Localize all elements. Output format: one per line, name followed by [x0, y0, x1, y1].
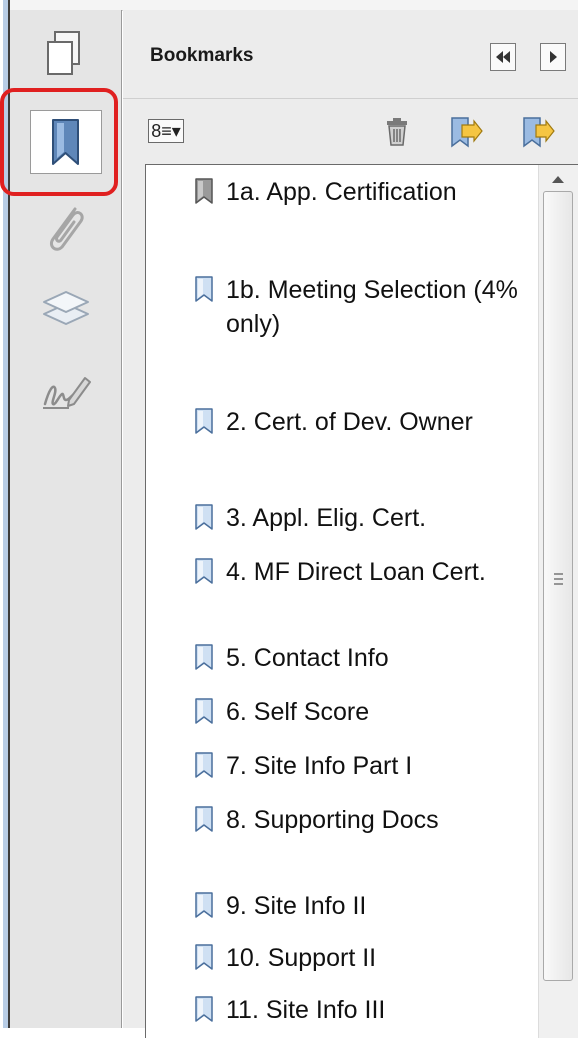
trash-icon	[387, 118, 407, 146]
bookmark-item[interactable]: 9. Site Info II	[194, 889, 529, 923]
collapse-left-icon	[496, 51, 510, 63]
bookmark-blue-icon	[195, 558, 213, 584]
bookmark-blue-icon	[195, 806, 213, 832]
bookmark-item[interactable]: 6. Self Score	[194, 695, 529, 729]
new-bookmark-button[interactable]	[445, 113, 487, 151]
bookmark-blue-icon	[195, 276, 213, 302]
bookmarks-list-container: 1a. App. Certification 1b. Meeting Selec…	[145, 164, 578, 1038]
bookmark-item[interactable]: 1a. App. Certification	[194, 175, 529, 209]
window-edge	[0, 0, 10, 1028]
bookmark-label: 4. MF Direct Loan Cert.	[226, 558, 486, 586]
bookmark-blue-icon	[195, 698, 213, 724]
bookmark-label: 10. Support II	[226, 944, 377, 972]
bookmark-blue-icon	[195, 408, 213, 434]
bookmark-blue-icon	[195, 944, 213, 970]
panel-header: Bookmarks	[123, 10, 578, 98]
attachments-button[interactable]	[30, 198, 102, 262]
bookmarks-panel: Bookmarks 8≡▾ 1a. App. Certification 1b.…	[123, 10, 578, 1038]
vertical-scrollbar[interactable]	[538, 165, 578, 1038]
bookmark-blue-icon	[195, 752, 213, 778]
bookmark-label: 2. Cert. of Dev. Owner	[226, 408, 473, 436]
bookmark-item[interactable]: 11. Site Info III	[194, 993, 529, 1027]
bookmark-item[interactable]: 2. Cert. of Dev. Owner	[194, 405, 529, 439]
expand-bookmark-button[interactable]	[517, 113, 559, 151]
bookmark-item[interactable]: 1b. Meeting Selection (4% only)	[194, 273, 529, 341]
bookmark-item[interactable]: 4. MF Direct Loan Cert.	[194, 555, 529, 589]
panel-title: Bookmarks	[150, 45, 254, 66]
bookmark-blue-icon	[195, 644, 213, 670]
scrollbar-thumb[interactable]	[543, 191, 573, 981]
bookmark-label: 6. Self Score	[226, 698, 370, 726]
bookmark-item[interactable]: 7. Site Info Part I	[194, 749, 529, 783]
new-bookmark-icon	[451, 117, 483, 148]
bookmark-label: 11. Site Info III	[226, 996, 386, 1024]
bookmark-label: 7. Site Info Part I	[226, 752, 413, 780]
bookmark-item[interactable]: 10. Support II	[194, 941, 529, 975]
options-menu-button[interactable]: 8≡▾	[143, 117, 189, 145]
paperclip-icon	[49, 207, 84, 251]
signature-icon	[43, 377, 91, 409]
arrow-up-icon	[552, 176, 564, 183]
layers-button[interactable]	[30, 276, 102, 340]
expand-panel-button[interactable]	[540, 43, 566, 71]
page-thumbnails-button[interactable]	[30, 22, 102, 86]
bookmark-label: 9. Site Info II	[226, 892, 367, 920]
bookmark-label: 1b. Meeting Selection (4% only)	[226, 276, 518, 338]
bookmark-icon	[52, 119, 79, 165]
expand-bookmark-icon	[523, 117, 555, 148]
bookmarks-toolbar: 8≡▾	[123, 98, 578, 165]
options-menu-icon: 8≡▾	[148, 119, 184, 143]
pages-icon	[47, 31, 80, 75]
bookmark-item[interactable]: 5. Contact Info	[194, 641, 529, 675]
bookmark-label: 1a. App. Certification	[226, 178, 457, 206]
bookmark-label: 3. Appl. Elig. Cert.	[226, 504, 427, 532]
navigation-pane	[10, 10, 122, 1028]
bookmarks-button[interactable]	[30, 110, 102, 174]
scroll-up-button[interactable]	[548, 171, 568, 187]
bookmark-blue-icon	[195, 504, 213, 530]
layers-icon	[43, 291, 89, 325]
expand-right-icon	[550, 51, 557, 63]
bookmark-blue-icon	[195, 996, 213, 1022]
grip-icon	[554, 573, 563, 585]
bookmark-item[interactable]: 3. Appl. Elig. Cert.	[194, 501, 529, 535]
bookmark-item[interactable]: 8. Supporting Docs	[194, 803, 529, 837]
signatures-button[interactable]	[30, 360, 102, 424]
delete-bookmark-button[interactable]	[379, 115, 415, 149]
collapse-panel-button[interactable]	[490, 43, 516, 71]
bookmark-blue-icon	[195, 892, 213, 918]
bookmark-label: 8. Supporting Docs	[226, 806, 439, 834]
bookmark-gray-icon	[195, 178, 213, 204]
bookmark-label: 5. Contact Info	[226, 644, 389, 672]
